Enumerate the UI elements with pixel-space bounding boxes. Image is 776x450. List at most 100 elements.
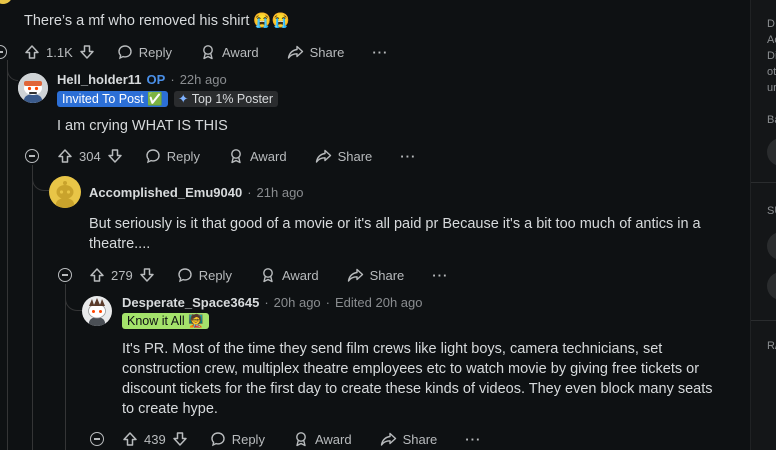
upvote-icon <box>123 432 137 446</box>
comment-body: It's PR. Most of the time they send film… <box>122 341 713 417</box>
award-label: Award <box>249 148 287 164</box>
downvote-button[interactable] <box>79 44 95 60</box>
reply-label: Reply <box>166 148 200 164</box>
downvote-icon <box>107 149 122 163</box>
reply-button[interactable]: Reply <box>145 148 200 164</box>
collapse-button[interactable] <box>90 432 104 446</box>
award-icon <box>203 45 213 60</box>
award-icon <box>263 268 273 283</box>
award-icon <box>231 149 241 164</box>
collapse-button[interactable] <box>58 268 72 282</box>
share-button[interactable]: Share <box>315 148 373 164</box>
avatar[interactable] <box>49 176 81 208</box>
reply-button[interactable]: Reply <box>210 431 265 447</box>
more-options-button[interactable]: ··· <box>465 432 481 447</box>
action-bar: 439 Reply Award Share ··· <box>122 427 481 450</box>
reply-label: Reply <box>138 44 172 60</box>
upvote-button[interactable] <box>122 431 138 447</box>
share-label: Share <box>337 148 373 164</box>
sidebar-text: Di <box>767 50 776 62</box>
collapse-button[interactable] <box>0 45 7 59</box>
award-button[interactable]: Award <box>200 44 259 60</box>
timestamp[interactable]: 21h ago <box>257 185 304 200</box>
thread-connector <box>32 176 49 191</box>
sidebar-heading: SU <box>767 205 776 217</box>
upvote-button[interactable] <box>89 267 105 283</box>
sidebar-text: Ac <box>767 34 776 46</box>
sidebar-button[interactable] <box>767 138 776 166</box>
comment-body: But seriously is it that good of a movie… <box>89 216 701 252</box>
share-label: Share <box>309 44 345 60</box>
downvote-button[interactable] <box>172 431 188 447</box>
share-icon <box>347 268 363 282</box>
timestamp[interactable]: 22h ago <box>180 72 227 87</box>
downvote-icon <box>139 268 154 282</box>
snoo-avatar-icon <box>18 73 48 103</box>
thread-connector <box>65 296 82 311</box>
more-options-icon: ··· <box>465 431 482 447</box>
downvote-button[interactable] <box>107 148 123 164</box>
reply-label: Reply <box>198 267 232 283</box>
more-options-button[interactable]: ··· <box>372 45 388 60</box>
more-options-icon: ··· <box>432 267 449 283</box>
sidebar-text: D <box>767 18 775 30</box>
more-options-button[interactable]: ··· <box>432 268 448 283</box>
avatar[interactable] <box>0 0 12 4</box>
share-button[interactable]: Share <box>347 267 404 283</box>
action-bar: 304 Reply Award Share ··· <box>57 144 416 168</box>
separator-dot: · <box>264 295 269 310</box>
author-name[interactable]: Hell_holder11 <box>57 72 142 87</box>
upvote-button[interactable] <box>24 44 40 60</box>
share-icon <box>380 432 396 446</box>
downvote-button[interactable] <box>139 267 155 283</box>
award-button[interactable]: Award <box>260 267 319 283</box>
avatar[interactable] <box>82 296 112 326</box>
sidebar-text: ot <box>767 66 776 78</box>
user-flair: Know it All 🧑‍🏫 <box>122 313 209 329</box>
share-button[interactable]: Share <box>380 431 437 447</box>
reply-icon <box>118 45 132 60</box>
reply-button[interactable]: Reply <box>117 44 172 60</box>
separator-dot: · <box>247 185 252 200</box>
comment-body: There’s a mf who removed his shirt 😭😭 <box>24 13 290 29</box>
comment-meta: Desperate_Space3645 · 20h ago · Edited 2… <box>122 295 422 310</box>
comment-body: I am crying WHAT IS THIS <box>57 118 228 134</box>
divider <box>751 182 776 183</box>
author-name[interactable]: Desperate_Space3645 <box>122 295 259 310</box>
downvote-icon <box>172 432 187 446</box>
vote-count: 439 <box>144 431 166 447</box>
upvote-icon <box>90 268 104 282</box>
edited-label: Edited 20h ago <box>335 295 423 310</box>
award-icon <box>296 432 306 447</box>
award-button[interactable]: Award <box>293 431 352 447</box>
avatar[interactable] <box>18 73 48 103</box>
op-badge: OP <box>146 72 166 87</box>
author-name[interactable]: Accomplished_Emu9040 <box>89 185 242 200</box>
more-options-icon: ··· <box>400 148 417 164</box>
sidebar-button[interactable] <box>767 272 776 300</box>
vote-count: 279 <box>111 267 133 283</box>
upvote-button[interactable] <box>57 148 73 164</box>
sidebar-heading: R/ <box>767 340 776 352</box>
star-icon: ✦ <box>178 92 189 106</box>
more-options-icon: ··· <box>372 44 389 60</box>
downvote-icon <box>80 45 94 59</box>
divider <box>751 320 776 321</box>
right-sidebar: D Ac Di ot ur Ba SU R/ <box>750 0 776 450</box>
badge-label: Top 1% Poster <box>191 92 274 106</box>
collapse-button[interactable] <box>25 149 39 163</box>
reply-label: Reply <box>231 431 265 447</box>
timestamp[interactable]: 20h ago <box>274 295 321 310</box>
vote-count: 304 <box>79 148 101 164</box>
comment-thread: There’s a mf who removed his shirt 😭😭 1.… <box>0 0 750 450</box>
more-options-button[interactable]: ··· <box>400 149 416 164</box>
award-button[interactable]: Award <box>228 148 287 164</box>
thread-line[interactable] <box>7 60 8 450</box>
reply-button[interactable]: Reply <box>177 267 232 283</box>
top-poster-badge: ✦ Top 1% Poster <box>174 91 279 107</box>
separator-dot: · <box>325 295 331 310</box>
share-button[interactable]: Share <box>287 44 345 60</box>
sidebar-button[interactable] <box>767 232 776 260</box>
thread-line[interactable] <box>65 284 66 450</box>
thread-line[interactable] <box>32 165 33 450</box>
